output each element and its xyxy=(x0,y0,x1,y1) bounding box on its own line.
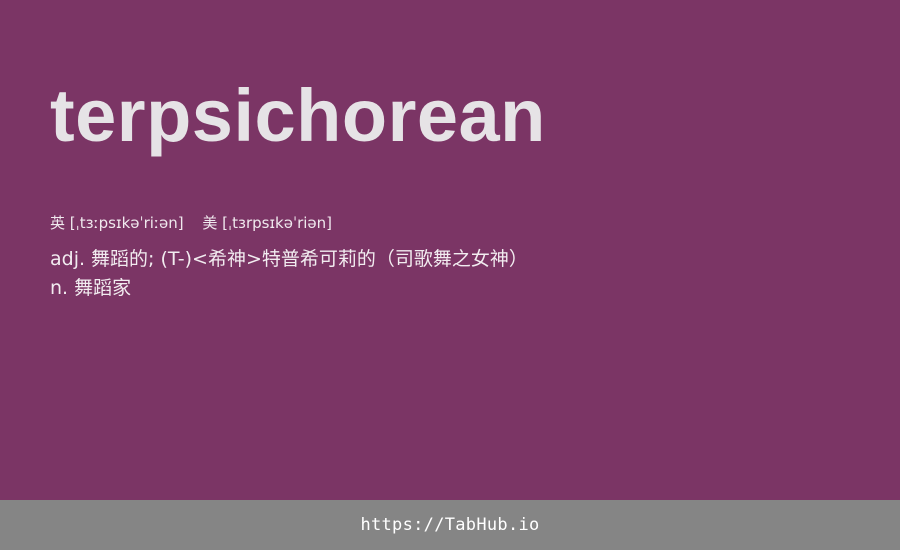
us-phonetic: 美 [ˌtɜrpsɪkəˈriən] xyxy=(202,214,333,232)
footer-url-link[interactable]: https://TabHub.io xyxy=(360,515,539,535)
footer-bar: https://TabHub.io xyxy=(0,500,900,550)
definitions: adj. 舞蹈的; (T-)<希神>特普希可莉的（司歌舞之女神） n. 舞蹈家 xyxy=(50,245,528,303)
definition-line: n. 舞蹈家 xyxy=(50,277,132,299)
headword: terpsichorean xyxy=(50,74,546,157)
uk-phonetic: 英 [ˌtɜːpsɪkəˈriːən] xyxy=(50,214,184,232)
dictionary-card: terpsichorean 英 [ˌtɜːpsɪkəˈriːən] 美 [ˌtɜ… xyxy=(0,0,900,500)
pronunciations: 英 [ˌtɜːpsɪkəˈriːən] 美 [ˌtɜrpsɪkəˈriən] xyxy=(50,212,332,234)
definition-line: adj. 舞蹈的; (T-)<希神>特普希可莉的（司歌舞之女神） xyxy=(50,248,528,270)
